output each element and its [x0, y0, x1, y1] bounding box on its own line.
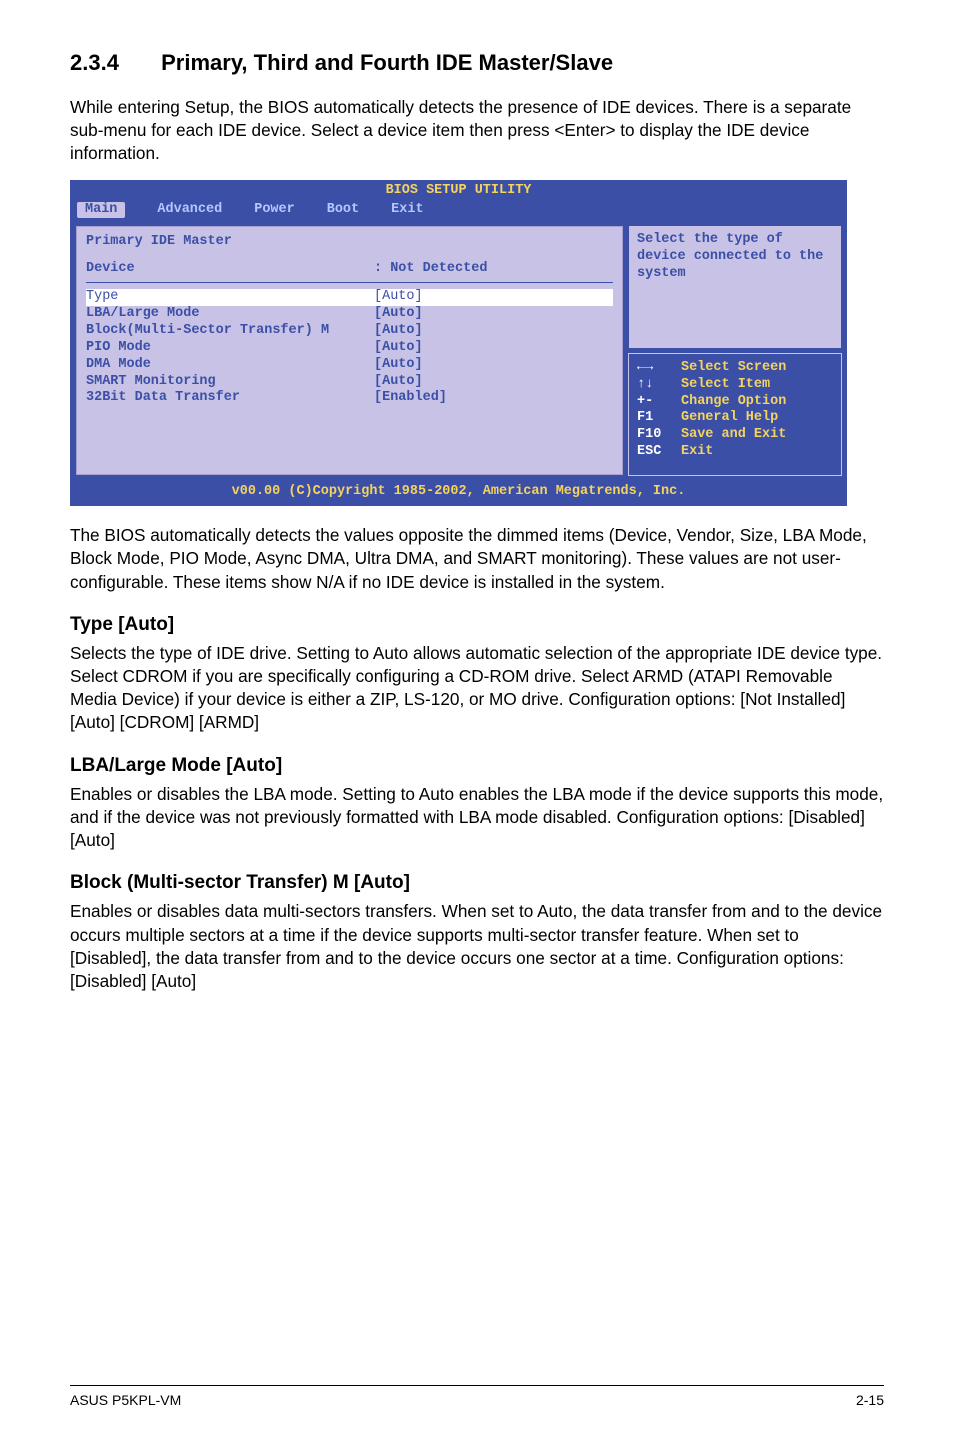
intro-paragraph: While entering Setup, the BIOS automatic… [70, 96, 884, 166]
bios-row-block[interactable]: Block(Multi-Sector Transfer) M [Auto] [86, 323, 613, 340]
bios-device-row: Device : Not Detected [86, 261, 613, 278]
bios-panel-title: Primary IDE Master [86, 234, 613, 251]
bios-key-desc: Exit [681, 444, 713, 461]
bios-device-label: Device [86, 261, 374, 278]
section-heading: 2.3.4 Primary, Third and Fourth IDE Mast… [70, 50, 884, 76]
bios-row-label: Type [86, 289, 374, 306]
bios-row-value: [Auto] [374, 374, 423, 391]
bios-row-value: [Auto] [374, 340, 423, 357]
bios-key: +- [637, 394, 681, 411]
bios-hint-box: Select the type of device connected to t… [628, 225, 842, 348]
bios-tab-advanced[interactable]: Advanced [157, 202, 222, 219]
section-number: 2.3.4 [70, 50, 155, 76]
subsection-body: Enables or disables the LBA mode. Settin… [70, 783, 884, 853]
subsection-heading: Type [Auto] [70, 614, 884, 636]
bios-row-smart[interactable]: SMART Monitoring [Auto] [86, 374, 613, 391]
bios-row-dma[interactable]: DMA Mode [Auto] [86, 357, 613, 374]
bios-title-text: BIOS SETUP UTILITY [386, 183, 532, 198]
bios-row-type[interactable]: Type [Auto] [86, 289, 613, 306]
bios-row-label: PIO Mode [86, 340, 374, 357]
bios-key-desc: General Help [681, 410, 778, 427]
bios-key-desc: Save and Exit [681, 427, 786, 444]
bios-tab-bar: Main Advanced Power Boot Exit [71, 200, 846, 222]
bios-tab-main[interactable]: Main [77, 202, 125, 219]
bios-footer: v00.00 (C)Copyright 1985-2002, American … [71, 480, 846, 505]
bios-key-desc: Select Screen [681, 360, 786, 377]
bios-key-desc: Select Item [681, 377, 770, 394]
bios-keys-box: ←→Select Screen ↑↓Select Item +-Change O… [628, 353, 842, 476]
bios-row-label: DMA Mode [86, 357, 374, 374]
bios-title-bar: BIOS SETUP UTILITY [71, 181, 846, 200]
subsection-body: Enables or disables data multi-sectors t… [70, 900, 884, 993]
bios-tab-boot[interactable]: Boot [327, 202, 359, 219]
bios-row-value: [Auto] [374, 323, 423, 340]
bios-device-value: : Not Detected [374, 261, 487, 278]
bios-row-32bit[interactable]: 32Bit Data Transfer [Enabled] [86, 390, 613, 407]
bios-key: F10 [637, 427, 681, 444]
bios-key: ←→ [637, 360, 681, 377]
section-title: Primary, Third and Fourth IDE Master/Sla… [161, 50, 613, 75]
bios-key: ESC [637, 444, 681, 461]
bios-row-label: 32Bit Data Transfer [86, 390, 374, 407]
subsection-heading: Block (Multi-sector Transfer) M [Auto] [70, 872, 884, 894]
subsection-body: Selects the type of IDE drive. Setting t… [70, 642, 884, 735]
bios-row-label: SMART Monitoring [86, 374, 374, 391]
bios-tab-exit[interactable]: Exit [391, 202, 423, 219]
bios-footer-text: v00.00 (C)Copyright 1985-2002, American … [232, 484, 686, 499]
bios-row-lba[interactable]: LBA/Large Mode [Auto] [86, 306, 613, 323]
bios-row-value: [Auto] [374, 306, 423, 323]
footer-left: ASUS P5KPL-VM [70, 1392, 181, 1408]
footer-right: 2-15 [856, 1392, 884, 1408]
bios-key: F1 [637, 410, 681, 427]
bios-row-pio[interactable]: PIO Mode [Auto] [86, 340, 613, 357]
after-bios-paragraph: The BIOS automatically detects the value… [70, 524, 884, 594]
bios-divider [86, 282, 613, 283]
bios-row-value: [Auto] [374, 357, 423, 374]
bios-row-value: [Auto] [374, 289, 423, 306]
bios-row-value: [Enabled] [374, 390, 447, 407]
bios-row-label: LBA/Large Mode [86, 306, 374, 323]
bios-row-label: Block(Multi-Sector Transfer) M [86, 323, 374, 340]
bios-main-panel: Primary IDE Master Device : Not Detected… [75, 225, 624, 476]
page-footer: ASUS P5KPL-VM 2-15 [70, 1385, 884, 1408]
subsection-heading: LBA/Large Mode [Auto] [70, 755, 884, 777]
bios-key: ↑↓ [637, 377, 681, 394]
bios-key-desc: Change Option [681, 394, 786, 411]
bios-tab-power[interactable]: Power [254, 202, 295, 219]
bios-screenshot: BIOS SETUP UTILITY Main Advanced Power B… [70, 180, 847, 507]
